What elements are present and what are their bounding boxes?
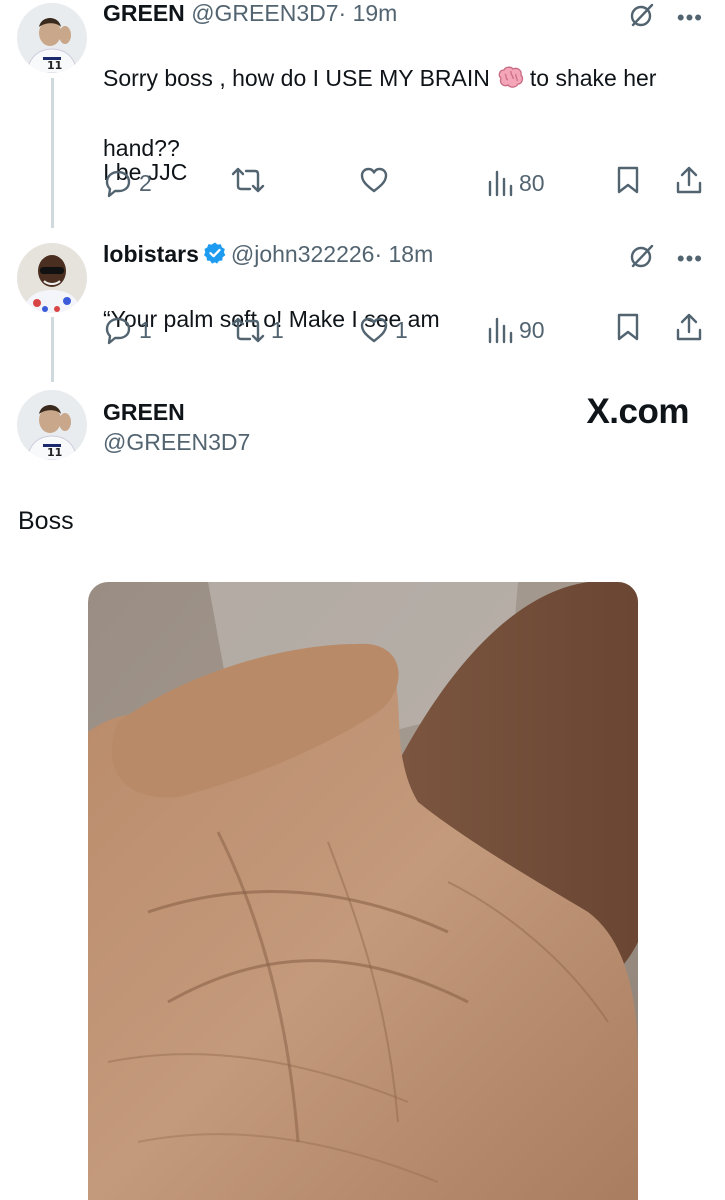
repost-count: 1 xyxy=(271,317,284,343)
svg-text:11: 11 xyxy=(47,59,62,72)
author-handle[interactable]: @john322226 xyxy=(231,241,375,267)
more-icon[interactable]: ••• xyxy=(677,247,703,269)
author-handle[interactable]: @GREEN3D7 xyxy=(191,0,338,26)
views-icon xyxy=(488,317,513,344)
tweet-actions: 2 80 xyxy=(103,165,703,201)
reply-count: 2 xyxy=(139,170,152,196)
tweet-top-icons: ••• xyxy=(629,243,703,274)
more-icon[interactable]: ••• xyxy=(677,6,703,28)
avatar-lobistars[interactable] xyxy=(17,243,87,313)
avatar-green-main[interactable]: 11 xyxy=(17,390,87,460)
avatar-green[interactable]: 11 xyxy=(17,3,87,73)
reply-icon xyxy=(105,170,131,198)
share-icon xyxy=(676,313,702,341)
tweet-text-line1b: to shake her xyxy=(529,65,657,91)
verified-badge-icon xyxy=(203,241,227,271)
tweet-header: lobistars @john322226· 18m xyxy=(103,240,433,271)
repost-icon xyxy=(231,317,265,343)
grok-icon[interactable] xyxy=(629,243,655,274)
like-icon xyxy=(360,167,388,193)
main-author-handle[interactable]: @GREEN3D7 xyxy=(103,428,250,456)
post-time[interactable]: · 18m xyxy=(374,241,433,267)
views-button[interactable]: 90 xyxy=(487,312,545,348)
share-icon xyxy=(676,166,702,194)
repost-icon xyxy=(231,167,265,193)
views-count: 90 xyxy=(519,317,545,343)
repost-button[interactable]: 1 xyxy=(231,312,284,348)
author-name[interactable]: lobistars xyxy=(103,241,199,267)
views-count: 80 xyxy=(519,170,545,196)
like-count: 1 xyxy=(395,317,408,343)
reply-button[interactable]: 2 xyxy=(103,165,152,201)
x-com-watermark: X.com xyxy=(586,392,689,431)
brain-emoji-icon xyxy=(496,66,524,99)
bookmark-button[interactable] xyxy=(615,165,641,195)
reply-button[interactable]: 1 xyxy=(103,312,152,348)
like-icon xyxy=(360,317,388,343)
post-time[interactable]: · 19m xyxy=(339,0,398,26)
tweet-text-line1a: Sorry boss , how do I USE MY BRAIN xyxy=(103,65,490,91)
bookmark-button[interactable] xyxy=(615,312,641,342)
tweet-header: GREEN @GREEN3D7· 19m xyxy=(103,0,397,27)
share-button[interactable] xyxy=(675,312,703,342)
views-icon xyxy=(488,170,513,197)
share-button[interactable] xyxy=(675,165,703,195)
thread-connector-line xyxy=(51,78,54,228)
reply-count: 1 xyxy=(139,317,152,343)
author-name[interactable]: GREEN xyxy=(103,0,185,26)
views-button[interactable]: 80 xyxy=(487,165,545,201)
main-author-name[interactable]: GREEN xyxy=(103,398,185,426)
bookmark-icon xyxy=(617,313,639,341)
tweet-actions: 1 1 1 90 xyxy=(103,312,703,348)
main-post-text: Boss xyxy=(18,507,74,535)
like-button[interactable]: 1 xyxy=(359,312,408,348)
post-photo[interactable] xyxy=(88,582,638,1200)
reply-icon xyxy=(105,317,131,345)
like-button[interactable] xyxy=(359,165,395,195)
svg-text:11: 11 xyxy=(47,446,62,459)
bookmark-icon xyxy=(617,166,639,194)
thread-connector-line xyxy=(51,317,54,382)
repost-button[interactable] xyxy=(231,165,271,195)
